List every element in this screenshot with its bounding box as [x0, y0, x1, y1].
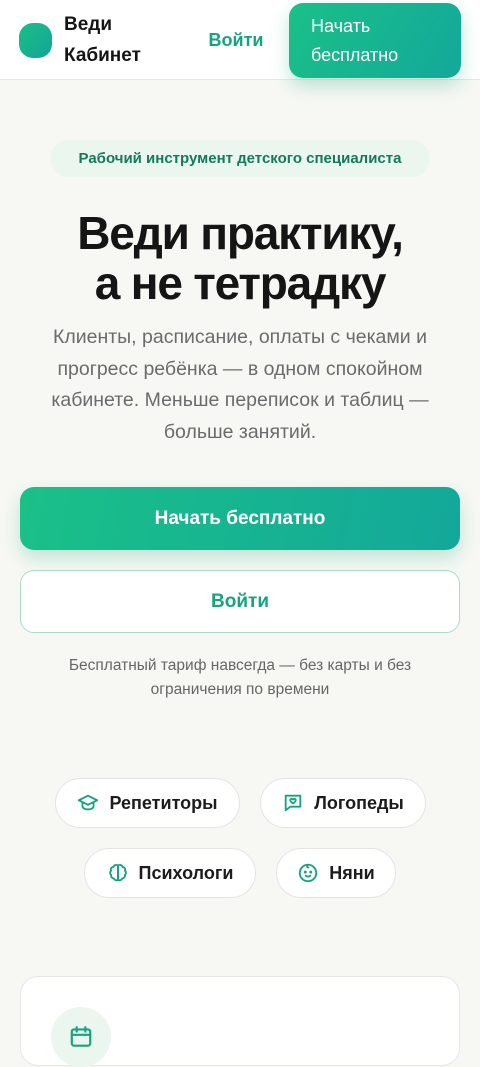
- header-cta-line-1: Начать: [311, 16, 371, 36]
- site-header: Веди Кабинет Войти Начать бесплатно: [0, 0, 480, 80]
- hero-subtitle: Клиенты, расписание, оплаты с чеками и п…: [51, 326, 429, 443]
- logo-text[interactable]: Веди Кабинет: [64, 9, 164, 71]
- audience-chip-tutors[interactable]: Репетиторы: [55, 778, 240, 828]
- audience-chip-label: Няни: [329, 862, 375, 883]
- header-cta-line-2: бесплатно: [311, 45, 399, 65]
- hero-badge: Рабочий инструмент детского специалиста: [50, 140, 430, 177]
- hero-title: Веди практику, а не тетрадку: [30, 208, 450, 308]
- audience-chip-psychologists[interactable]: Психологи: [84, 848, 256, 898]
- logo-icon[interactable]: [19, 23, 52, 58]
- baby-face-icon: [299, 863, 318, 883]
- speech-bubble-icon: [284, 794, 302, 812]
- hero-title-line-1: Веди практику,: [77, 207, 404, 259]
- login-button[interactable]: Войти: [20, 570, 460, 633]
- feature-card: [20, 976, 460, 1067]
- audience-chip-label: Логопеды: [314, 792, 404, 813]
- calendar-icon: [70, 1026, 92, 1047]
- feature-card-icon-badge: [51, 1007, 111, 1067]
- graduation-cap-icon: [78, 794, 99, 811]
- audience-chip-label: Психологи: [138, 862, 234, 883]
- start-free-button[interactable]: Начать бесплатно: [20, 487, 460, 550]
- free-plan-note: Бесплатный тариф навсегда — без карты и …: [68, 657, 412, 698]
- header-start-free-button[interactable]: Начать бесплатно: [289, 3, 461, 78]
- logo-line-1: Веди: [64, 14, 113, 35]
- audience-chip-label: Репетиторы: [109, 792, 218, 813]
- brain-icon: [108, 863, 127, 882]
- audience-chip-speech-therapists[interactable]: Логопеды: [260, 778, 426, 828]
- audience-chip-nannies[interactable]: Няни: [276, 848, 396, 898]
- logo-line-2: Кабинет: [64, 45, 141, 66]
- hero-title-line-2: а не тетрадку: [94, 257, 387, 309]
- header-login-button[interactable]: Войти: [198, 26, 274, 54]
